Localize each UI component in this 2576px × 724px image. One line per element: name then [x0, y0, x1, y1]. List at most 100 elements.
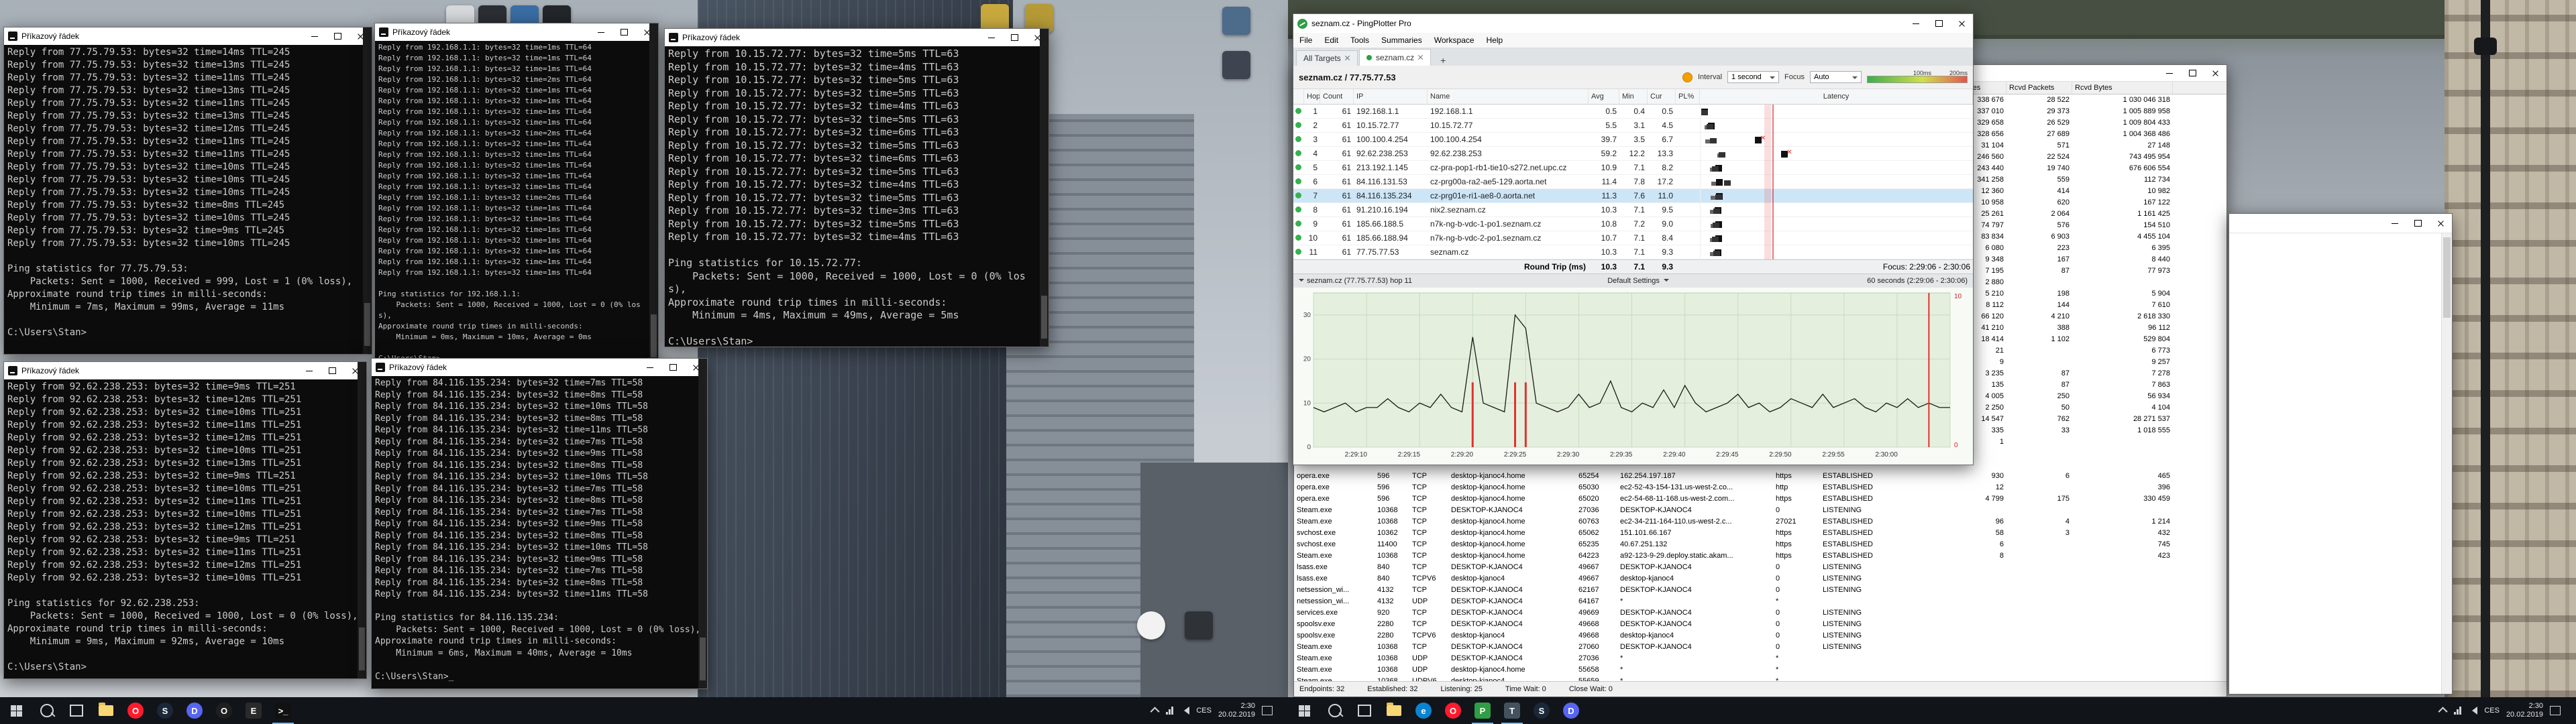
- column-avg[interactable]: Avg: [1589, 89, 1619, 104]
- hop-row[interactable]: 66184.116.131.53cz-prg00a-ra2-ae5-129.ao…: [1293, 175, 1973, 189]
- pingplotter-icon[interactable]: P: [1468, 697, 1497, 724]
- action-center-icon[interactable]: [1262, 706, 1273, 715]
- table-row[interactable]: netsession_wi...4132UDPDESKTOP-KJANOC464…: [1294, 596, 2226, 607]
- menu-item-workspace[interactable]: Workspace: [1428, 36, 1481, 45]
- white-window-titlebar[interactable]: [2229, 214, 2452, 233]
- cmd-titlebar[interactable]: Příkazový řádek: [375, 23, 658, 41]
- hop-row[interactable]: 161192.168.1.1192.168.1.10.50.40.5: [1293, 105, 1973, 119]
- close-icon[interactable]: [1345, 56, 1350, 61]
- hop-row[interactable]: 1061185.66.188.94n7k-ng-b-vdc-2-po1.sezn…: [1293, 231, 1973, 245]
- discord-icon[interactable]: D: [180, 697, 209, 724]
- menu-item-summaries[interactable]: Summaries: [1375, 36, 1428, 45]
- tab-all-targets[interactable]: All Targets: [1296, 50, 1358, 66]
- table-row[interactable]: svchost.exe11400TCPdesktop-kjanoc4.home6…: [1294, 539, 2226, 550]
- network-icon[interactable]: [1166, 707, 1173, 715]
- table-row[interactable]: Steam.exe10368UDPDESKTOP-KJANOC427036**: [1294, 653, 2226, 664]
- table-row[interactable]: Steam.exe10368TCPdesktop-kjanoc4.home642…: [1294, 550, 2226, 562]
- opera-icon[interactable]: O: [121, 697, 150, 724]
- column-cur[interactable]: Cur: [1648, 89, 1676, 104]
- clock[interactable]: 2:30 20.02.2019: [2506, 702, 2543, 719]
- close-icon[interactable]: [2204, 65, 2226, 81]
- table-row[interactable]: spoolsv.exe2280TCPV6desktop-kjanoc449668…: [1294, 630, 2226, 642]
- hop-row[interactable]: 26110.15.72.7710.15.72.775.53.14.5: [1293, 119, 1973, 133]
- cmd-titlebar[interactable]: Příkazový řádek: [665, 29, 1049, 46]
- new-tab-button[interactable]: +: [1435, 55, 1451, 66]
- epic-games-icon[interactable]: E: [239, 697, 268, 724]
- hop-row[interactable]: 86191.210.16.194nix2.seznam.cz10.37.19.5: [1293, 203, 1973, 217]
- table-row[interactable]: lsass.exe840TCPV6desktop-kjanoc449667des…: [1294, 573, 2226, 585]
- column-rcvd-packets[interactable]: Rcvd Packets: [2006, 82, 2072, 94]
- timeline-settings[interactable]: Default Settings: [1607, 277, 1672, 285]
- table-row[interactable]: opera.exe596TCPdesktop-kjanoc4.home65254…: [1294, 471, 2226, 482]
- table-row[interactable]: spoolsv.exe2280TCPDESKTOP-KJANOC449668DE…: [1294, 619, 2226, 630]
- desktop-shortcut-7[interactable]: [1137, 611, 1165, 640]
- obs-icon[interactable]: O: [209, 697, 239, 724]
- tray-chevron-icon[interactable]: [1150, 707, 1160, 716]
- desktop-shortcut-10[interactable]: [1222, 51, 1250, 79]
- minimize-icon[interactable]: [2383, 214, 2406, 233]
- table-row[interactable]: Steam.exe10368UDPV6desktop-kjanoc455659*…: [1294, 676, 2226, 681]
- terminal-output[interactable]: Reply from 192.168.1.1: bytes=32 time=1m…: [375, 41, 658, 365]
- language-indicator[interactable]: CES: [1196, 707, 1212, 715]
- minimize-icon[interactable]: [639, 359, 661, 376]
- edge-icon[interactable]: e: [1409, 697, 1438, 724]
- hop-row[interactable]: 116177.75.77.53seznam.cz10.37.19.3: [1293, 245, 1973, 259]
- command-prompt-icon[interactable]: >_: [268, 697, 298, 724]
- table-row[interactable]: Steam.exe10368UDPdesktop-kjanoc4.home556…: [1294, 664, 2226, 676]
- maximize-icon[interactable]: [2406, 214, 2429, 233]
- scrollbar[interactable]: [363, 27, 372, 354]
- opera-icon[interactable]: O: [1438, 697, 1468, 724]
- column-count[interactable]: Count: [1320, 89, 1354, 104]
- minimize-icon[interactable]: [2158, 65, 2181, 81]
- close-icon[interactable]: [2429, 214, 2452, 233]
- maximize-icon[interactable]: [2181, 65, 2204, 81]
- cmd-titlebar[interactable]: Příkazový řádek: [372, 359, 707, 376]
- close-icon[interactable]: [1418, 55, 1424, 60]
- scrollbar[interactable]: [698, 359, 707, 688]
- column-hop[interactable]: Hop: [1304, 89, 1320, 104]
- language-indicator[interactable]: CES: [2484, 707, 2500, 715]
- menu-item-help[interactable]: Help: [1481, 36, 1509, 45]
- minimize-icon[interactable]: [1904, 14, 1927, 33]
- interval-select[interactable]: 1 second: [1727, 71, 1779, 83]
- scrollbar[interactable]: [358, 362, 366, 678]
- maximize-icon[interactable]: [1927, 14, 1950, 33]
- alert-status-icon[interactable]: [1682, 72, 1693, 82]
- maximize-icon[interactable]: [321, 362, 343, 379]
- search-icon[interactable]: [32, 697, 62, 724]
- minimize-icon[interactable]: [303, 27, 326, 45]
- menu-item-edit[interactable]: Edit: [1318, 36, 1344, 45]
- hop-row[interactable]: 961185.66.188.5n7k-ng-b-vdc-1-po1.seznam…: [1293, 217, 1973, 231]
- hop-row[interactable]: 76184.116.135.234cz-prg01e-ri1-ae8-0.aor…: [1293, 189, 1973, 203]
- table-row[interactable]: services.exe920TCPDESKTOP-KJANOC449669DE…: [1294, 607, 2226, 619]
- cmd-titlebar[interactable]: Příkazový řádek: [4, 27, 372, 45]
- maximize-icon[interactable]: [1003, 29, 1026, 46]
- terminal-output[interactable]: Reply from 77.75.79.53: bytes=32 time=14…: [4, 45, 372, 354]
- discord-icon[interactable]: D: [1556, 697, 1586, 724]
- scrollbar[interactable]: [1040, 29, 1049, 347]
- start-button[interactable]: [0, 697, 32, 724]
- desktop-shortcut-9[interactable]: [1222, 7, 1250, 35]
- minimize-icon[interactable]: [980, 29, 1003, 46]
- action-center-icon[interactable]: [2550, 706, 2561, 715]
- desktop-shortcut-8[interactable]: [1185, 611, 1213, 640]
- focus-select[interactable]: Auto: [1810, 71, 1862, 83]
- table-row[interactable]: netsession_wi...4132TCPDESKTOP-KJANOC462…: [1294, 585, 2226, 596]
- hop-row[interactable]: 361100.100.4.254100.100.4.25439.73.56.7✕: [1293, 133, 1973, 147]
- table-row[interactable]: opera.exe596TCPdesktop-kjanoc4.home65020…: [1294, 493, 2226, 505]
- tab-seznam.cz[interactable]: seznam.cz: [1359, 49, 1431, 66]
- hop-row[interactable]: 561213.192.1.145cz-pra-pop1-rb1-tie10-s2…: [1293, 161, 1973, 175]
- timeline-target[interactable]: seznam.cz (77.75.77.53) hop 11: [1299, 277, 1412, 285]
- terminal-output[interactable]: Reply from 92.62.238.253: bytes=32 time=…: [4, 379, 366, 678]
- minimize-icon[interactable]: [590, 23, 612, 41]
- file-explorer-icon[interactable]: [91, 697, 121, 724]
- tcpview-icon[interactable]: T: [1497, 697, 1527, 724]
- column-name[interactable]: Name: [1428, 89, 1589, 104]
- column-ip[interactable]: IP: [1354, 89, 1428, 104]
- task-view-icon[interactable]: [1350, 697, 1379, 724]
- hop-table-header[interactable]: HopCountIPNameAvgMinCurPL%Latency: [1293, 89, 1973, 105]
- start-button[interactable]: [1288, 697, 1320, 724]
- column-min[interactable]: Min: [1619, 89, 1648, 104]
- table-row[interactable]: Steam.exe10368TCPDESKTOP-KJANOC427036DES…: [1294, 505, 2226, 516]
- volume-icon[interactable]: [1180, 707, 1189, 715]
